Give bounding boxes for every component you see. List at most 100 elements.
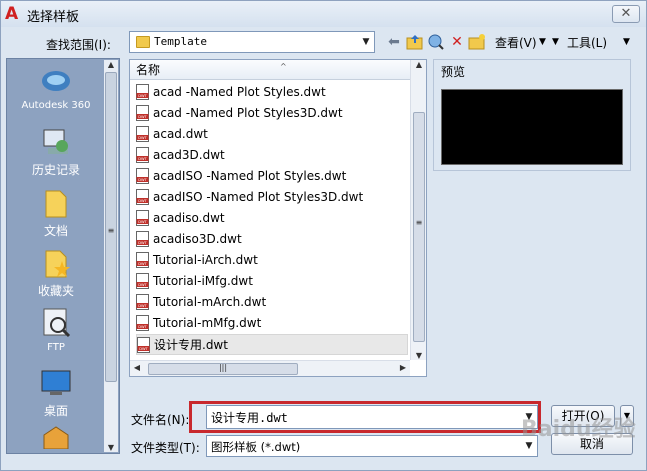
dwt-file-icon: DWT [136,251,149,268]
place-documents[interactable]: 文档 [7,187,105,239]
filetype-dropdown[interactable]: 图形样板 (*.dwt) ▼ [206,435,538,457]
file-name: acadISO -Named Plot Styles.dwt [153,169,347,183]
file-row[interactable]: DWT Tutorial-iMfg.dwt [136,271,408,292]
file-name: acad.dwt [153,127,208,141]
dwt-icon-text: DWT [138,304,147,308]
filetype-value: 图形样板 (*.dwt) [211,440,301,454]
file-row[interactable]: DWT acadISO -Named Plot Styles3D.dwt [136,187,408,208]
ftp-icon [40,307,72,339]
file-name: Tutorial-iMfg.dwt [153,274,253,288]
file-row[interactable]: DWT 设计专用.dwt [136,334,408,355]
name-column-header[interactable]: ^ 名称 [130,60,410,80]
file-row[interactable]: DWT Tutorial-iArch.dwt [136,250,408,271]
file-list-horizontal-scrollbar[interactable]: ◀ ||| ▶ [130,360,410,376]
chevron-down-icon: ▼ [362,37,370,47]
dwt-file-icon: DWT [136,209,149,226]
scroll-down-icon[interactable]: ▼ [104,443,118,452]
sort-ascending-icon: ^ [280,62,287,71]
tools-menu[interactable]: 工具(L) [567,34,607,51]
lookin-label: 查找范围(I): [46,38,111,52]
dwt-icon-text: DWT [139,347,148,351]
file-row[interactable]: DWT acad.dwt [136,124,408,145]
window-title: 选择样板 [27,10,80,25]
dwt-icon-text: DWT [138,325,147,329]
desktop-icon [40,367,72,399]
dwt-file-icon: DWT [136,83,149,100]
scroll-right-icon[interactable]: ▶ [396,363,410,372]
file-name: acad3D.dwt [153,148,225,162]
dwt-icon-text: DWT [138,220,147,224]
preview-image [441,89,623,165]
filetype-label: 文件类型(T): [131,441,200,455]
more-chevron-down-icon[interactable]: ▼ [623,37,630,47]
file-row[interactable]: DWT acadISO -Named Plot Styles.dwt [136,166,408,187]
watermark-logo: Baidu经验 [521,417,636,442]
file-row[interactable]: DWT Tutorial-mArch.dwt [136,292,408,313]
file-row[interactable]: DWT acad -Named Plot Styles3D.dwt [136,103,408,124]
file-row[interactable]: DWT acad3D.dwt [136,145,408,166]
place-history[interactable]: 历史记录 [7,126,105,178]
places-bar: Autodesk 360 历史记录 文档 收藏夹 FTP 桌面 ▲ ≡ ▼ [6,58,120,454]
filename-label: 文件名(N): [131,413,190,427]
tools-chevron-down-icon[interactable]: ▼ [552,37,559,47]
grip-icon: ||| [218,363,228,372]
grip-icon: ≡ [415,218,423,227]
place-favorites[interactable]: 收藏夹 [7,247,105,299]
file-name: acad -Named Plot Styles.dwt [153,85,326,99]
back-icon[interactable]: ⬅ [385,33,403,51]
dwt-file-icon: DWT [136,104,149,121]
dwt-icon-text: DWT [138,157,147,161]
up-folder-icon[interactable] [406,33,424,51]
dwt-file-icon: DWT [136,272,149,289]
place-desktop[interactable]: 桌面 [7,367,105,419]
autodesk-360-icon [40,65,72,97]
places-scrollbar[interactable]: ▲ ≡ ▼ [104,60,118,452]
file-list[interactable]: ^ 名称 DWT acad -Named Plot Styles.dwt DWT ac… [129,59,427,377]
title-bar: A 选择样板 ✕ [1,1,646,27]
file-list-vertical-scrollbar[interactable]: ▲ ≡ ▼ [410,60,426,360]
file-row[interactable]: DWT acadiso.dwt [136,208,408,229]
file-name: acadiso3D.dwt [153,232,242,246]
folder-icon [136,36,150,48]
dwt-file-icon: DWT [136,146,149,163]
scroll-up-icon[interactable]: ▲ [104,60,118,69]
place-buzzsaw[interactable] [7,425,105,457]
file-name: Tutorial-mMfg.dwt [153,316,262,330]
documents-folder-icon [40,187,72,219]
scroll-down-icon[interactable]: ▼ [412,351,426,360]
place-ftp[interactable]: FTP [7,307,105,353]
dwt-icon-text: DWT [138,283,147,287]
views-chevron-down-icon[interactable]: ▼ [539,37,546,47]
lookin-dropdown[interactable]: Template ▼ [129,31,375,53]
scroll-up-icon[interactable]: ▲ [412,60,426,69]
dwt-file-icon: DWT [136,230,149,247]
history-icon [40,126,72,158]
search-web-icon[interactable] [427,33,445,51]
file-list-vscroll-thumb[interactable] [413,112,425,342]
name-column-label: 名称 [136,63,161,77]
file-name: acad -Named Plot Styles3D.dwt [153,106,343,120]
dwt-icon-text: DWT [138,262,147,266]
scroll-left-icon[interactable]: ◀ [130,363,144,372]
file-row[interactable]: DWT acadiso3D.dwt [136,229,408,250]
place-label: FTP [47,342,65,353]
dwt-icon-text: DWT [138,136,147,140]
grip-icon: ≡ [107,226,115,235]
dwt-file-icon: DWT [136,125,149,142]
close-button[interactable]: ✕ [612,5,640,23]
new-folder-icon[interactable] [468,33,486,51]
file-row[interactable]: DWT acad -Named Plot Styles.dwt [136,82,408,103]
place-label: 收藏夹 [37,284,74,298]
place-autodesk-360[interactable]: Autodesk 360 [7,65,105,111]
views-menu[interactable]: 查看(V) [495,34,537,51]
buzzsaw-icon [40,425,72,457]
file-row[interactable]: DWT Tutorial-mMfg.dwt [136,313,408,334]
dwt-file-icon: DWT [137,336,150,353]
place-label: 文档 [43,224,68,238]
file-name: 设计专用.dwt [154,338,228,352]
dwt-icon-text: DWT [138,241,147,245]
select-template-dialog: A 选择样板 ✕ 查找范围(I): Template ▼ ⬅ ✕ 查看(V) ▼… [0,0,647,471]
file-name: acadiso.dwt [153,211,225,225]
delete-icon[interactable]: ✕ [448,33,466,51]
dwt-icon-text: DWT [138,178,147,182]
